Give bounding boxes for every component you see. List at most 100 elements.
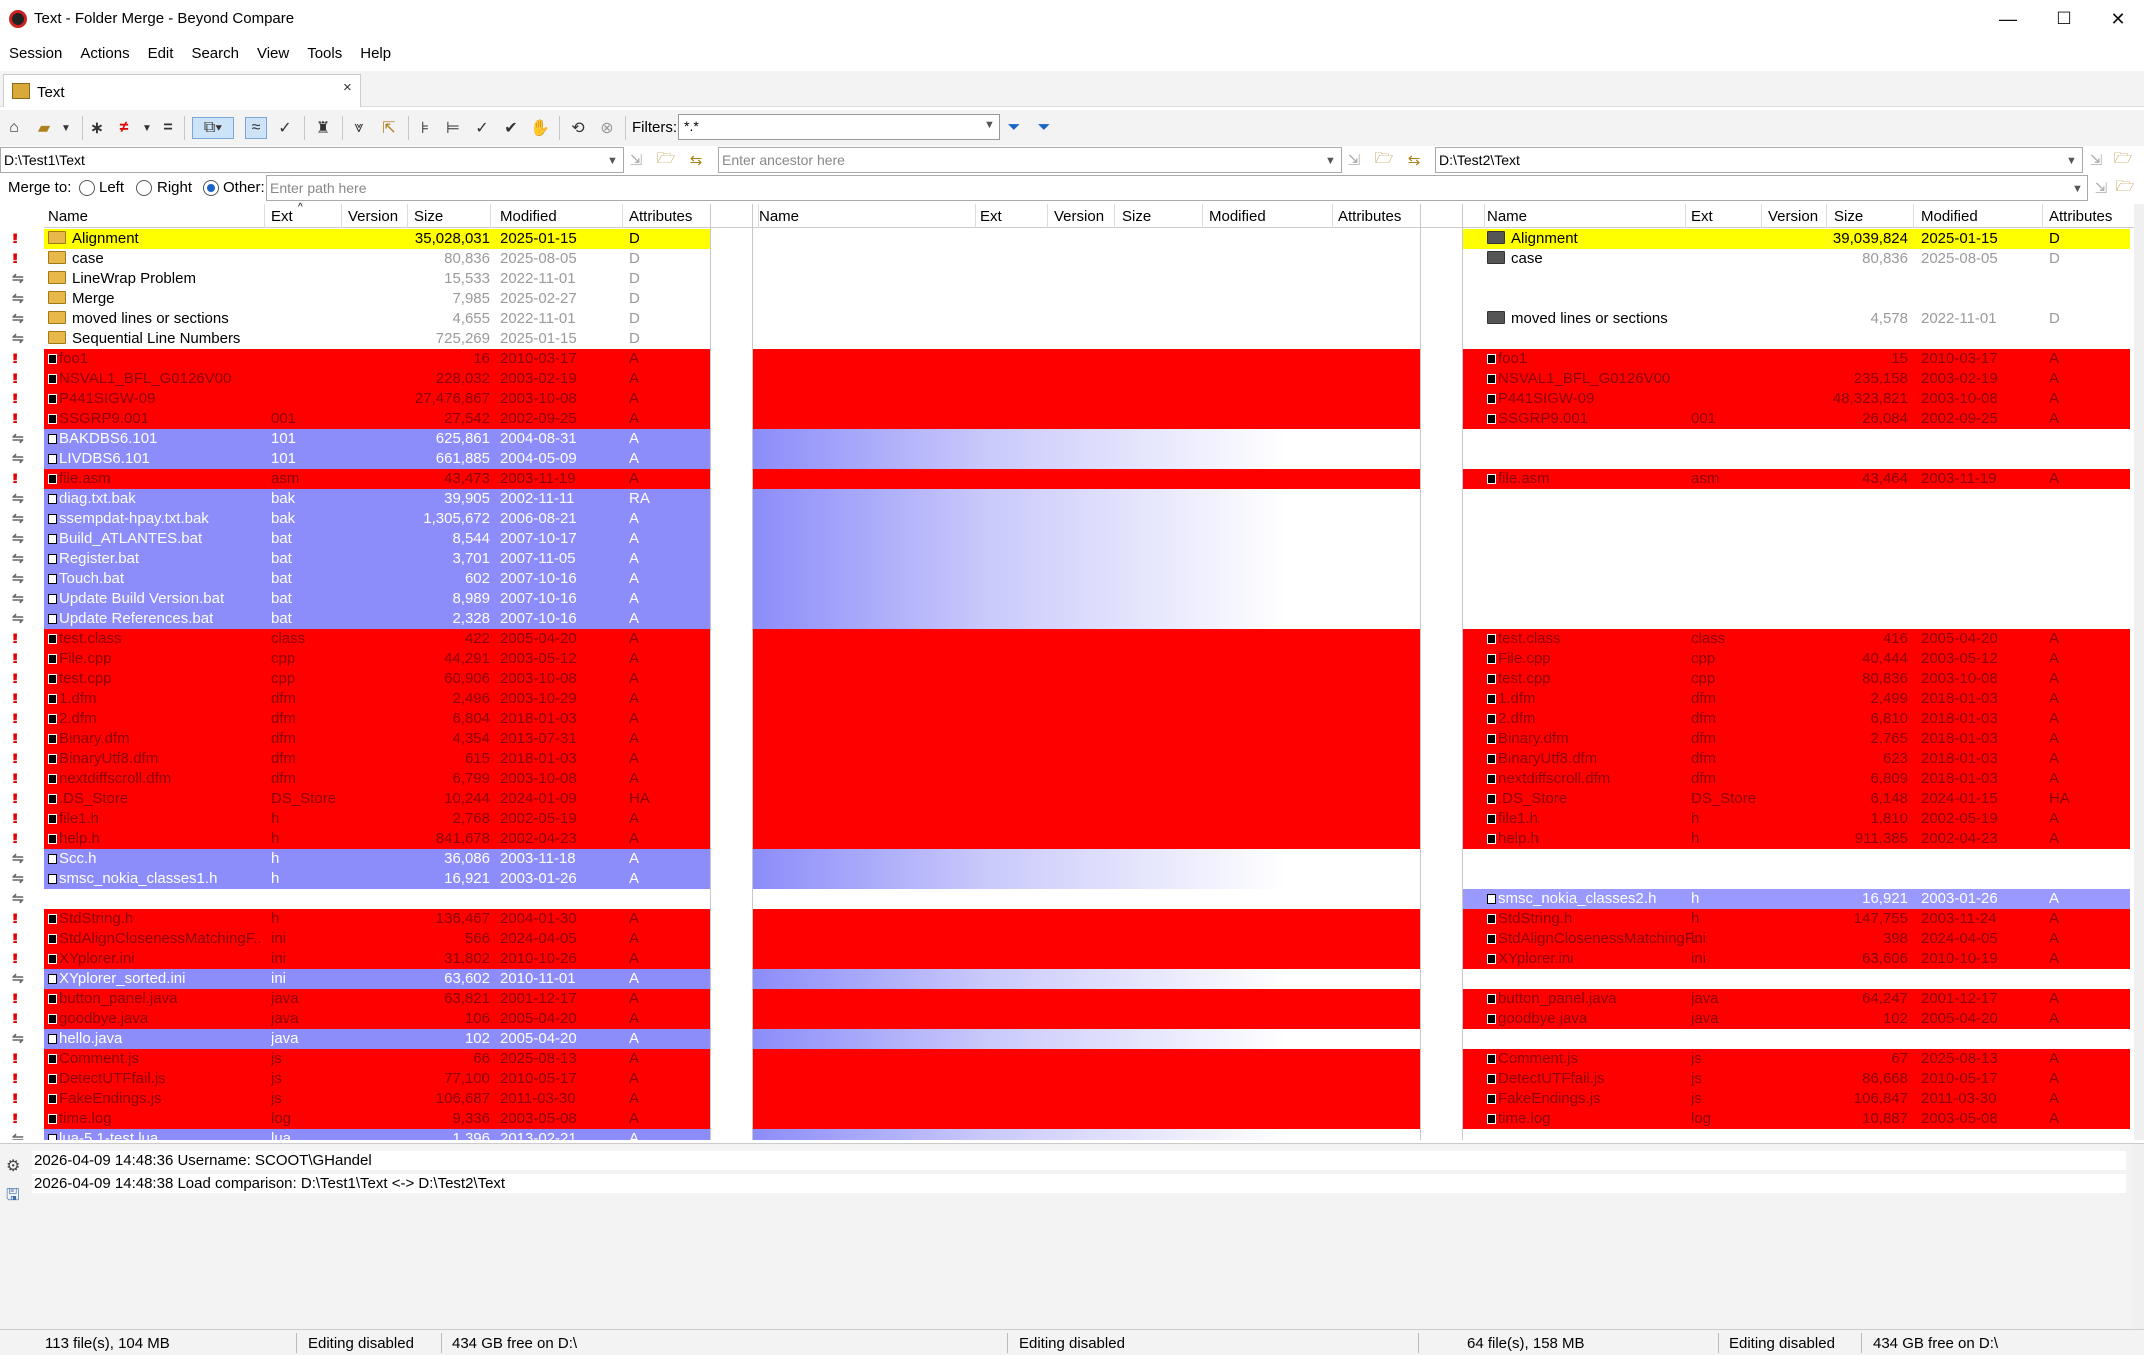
show-structure-icon[interactable]: ⧉▾: [192, 117, 234, 139]
check-icon[interactable]: ✓: [471, 117, 493, 139]
left-column-header[interactable]: Attributes: [629, 204, 692, 228]
differences-dropdown-icon[interactable]: ▼: [136, 117, 158, 139]
table-row[interactable]: !! Comment.js js 66 2025-08-13 A Comment.js js 6…: [0, 1049, 2134, 1069]
align-icon[interactable]: ✓: [274, 117, 296, 139]
ancestor-path-dropdown-icon[interactable]: ▼: [1325, 155, 1336, 167]
ancestor-browse-folder-icon[interactable]: 🗁: [1373, 150, 1395, 170]
merge-browse-folder-icon[interactable]: 🗁: [2114, 178, 2136, 198]
expand-folders-icon[interactable]: ⇱: [378, 117, 400, 139]
table-row[interactable]: ⇋ Scc.h h 36,086 2003-11-18 A: [0, 849, 2134, 869]
center-column-header[interactable]: Attributes: [1338, 204, 1401, 228]
show-same-icon[interactable]: =: [157, 117, 179, 139]
center-column-header[interactable]: Size: [1122, 204, 1151, 228]
log-scrollbar[interactable]: [2132, 1144, 2144, 1330]
menu-help[interactable]: Help: [351, 41, 400, 65]
left-column-header[interactable]: Size: [414, 204, 443, 228]
table-row[interactable]: ⇋ Update Build Version.bat bat 8,989 2007-10…: [0, 589, 2134, 609]
table-row[interactable]: ⇋ LIVDBS6.101 101 661,885 2004-05-09 A: [0, 449, 2134, 469]
right-column-header[interactable]: Version: [1768, 204, 1818, 228]
left-path-dropdown-icon[interactable]: ▼: [607, 155, 618, 167]
table-row[interactable]: !! nextdiffscroll.dfm dfm 6,799 2003-10-08 An…: [0, 769, 2134, 789]
filter-files-icon[interactable]: ⩔: [348, 117, 370, 139]
table-row[interactable]: !! DetectUTFfail.js js 77,100 2010-05-17 A Det…: [0, 1069, 2134, 1089]
table-row[interactable]: ⇋ hello.java java 102 2005-04-20 A: [0, 1029, 2134, 1049]
table-row[interactable]: ⇋ lua-5.1-test.lua lua 1,396 2013-02-21 A: [0, 1129, 2134, 1140]
merge-other-radio[interactable]: [203, 180, 219, 196]
left-column-header[interactable]: Version: [348, 204, 398, 228]
sessions-dropdown-icon[interactable]: ▼: [55, 117, 77, 139]
merge-path-dropdown-icon[interactable]: ▼: [2072, 183, 2083, 195]
filters-input[interactable]: *.*: [678, 114, 1000, 140]
right-column-header[interactable]: Modified: [1921, 204, 1978, 228]
filter-settings-icon[interactable]: ⏷: [1033, 117, 1055, 139]
merge-path-back-icon[interactable]: ⇲: [2090, 178, 2112, 198]
table-row[interactable]: !! case 80,836 2025-08-05 Dcase 80,836 2025-08…: [0, 249, 2134, 269]
save-log-icon[interactable]: 🖫: [6, 1184, 20, 1211]
table-row[interactable]: ⇋ moved lines or sections 4,655 2022-11-01 D…: [0, 309, 2134, 329]
table-row[interactable]: !! file.asm asm 43,473 2003-11-19 Afile.asm as…: [0, 469, 2134, 489]
table-row[interactable]: !! test.class class 422 2005-04-20 Atest.clas…: [0, 629, 2134, 649]
table-row[interactable]: !! 2.dfm dfm 6,804 2018-01-03 A 2.dfm dfm 6,810 2…: [0, 709, 2134, 729]
table-row[interactable]: !! XYplorer.ini ini 31,802 2010-10-26 A XYplor…: [0, 949, 2134, 969]
table-row[interactable]: ⇋ XYplorer_sorted.ini ini 63,602 2010-11-01 A: [0, 969, 2134, 989]
ancestor-swap-icon[interactable]: ⇆: [1403, 150, 1425, 170]
gear-icon[interactable]: ⚙: [6, 1156, 20, 1176]
table-row[interactable]: ⇋ Sequential Line Numbers 725,269 2025-01-1…: [0, 329, 2134, 349]
maximize-button[interactable]: ☐: [2035, 0, 2093, 38]
right-column-header[interactable]: Attributes: [2049, 204, 2112, 228]
table-row[interactable]: !! NSVAL1_BFL_G0126V00 228,032 2003-02-19 A N…: [0, 369, 2134, 389]
rules-icon[interactable]: ♜: [312, 117, 334, 139]
table-row[interactable]: !! .DS_Store DS_Store 10,244 2024-01-09 HA .DS…: [0, 789, 2134, 809]
filter-icon[interactable]: ⏷: [1003, 117, 1025, 139]
right-path-dropdown-icon[interactable]: ▼: [2066, 155, 2077, 167]
merge-path-input[interactable]: Enter path here: [266, 175, 2088, 201]
menu-session[interactable]: Session: [0, 41, 71, 65]
table-row[interactable]: !! time.log log 9,336 2003-05-08 Atime.log log…: [0, 1109, 2134, 1129]
left-path-input[interactable]: D:\Test1\Text: [0, 147, 624, 173]
table-row[interactable]: !! StdAlignClosenessMatchingF... ini 566 202…: [0, 929, 2134, 949]
show-all-icon[interactable]: ∗: [86, 117, 108, 139]
table-row[interactable]: !! StdString.h h 136,467 2004-01-30 A StdStrin…: [0, 909, 2134, 929]
table-row[interactable]: !! file1.h h 2,768 2002-05-19 Afile1.h h 1,810 2…: [0, 809, 2134, 829]
menu-actions[interactable]: Actions: [71, 41, 138, 65]
table-row[interactable]: !! Binary.dfm dfm 4,354 2013-07-31 A Binary.df…: [0, 729, 2134, 749]
table-row[interactable]: !! SSGRP9.001 001 27,542 2002-09-25 A SSGRP9.0…: [0, 409, 2134, 429]
table-row[interactable]: ⇋ Update References.bat bat 2,328 2007-10-16…: [0, 609, 2134, 629]
table-row[interactable]: ⇋ Build_ATLANTES.bat bat 8,544 2007-10-17 A: [0, 529, 2134, 549]
menu-search[interactable]: Search: [182, 41, 248, 65]
table-row[interactable]: !! help.h h 841,678 2002-04-23 Ahelp.h h 911,38…: [0, 829, 2134, 849]
center-column-header[interactable]: Name: [759, 204, 799, 228]
center-column-header[interactable]: Version: [1054, 204, 1104, 228]
grid-scrollbar[interactable]: [2134, 204, 2144, 1140]
center-column-header[interactable]: Modified: [1209, 204, 1266, 228]
home-icon[interactable]: ⌂: [3, 117, 25, 139]
table-row[interactable]: !! goodbye.java java 106 2005-04-20 Agoodbye.…: [0, 1009, 2134, 1029]
right-column-header[interactable]: Ext: [1691, 204, 1713, 228]
ancestor-path-back-icon[interactable]: ⇲: [1343, 150, 1365, 170]
touch-icon[interactable]: ✋: [529, 117, 551, 139]
table-row[interactable]: ⇋ Touch.bat bat 602 2007-10-16 A: [0, 569, 2134, 589]
close-window-button[interactable]: ✕: [2089, 0, 2144, 38]
tab-text[interactable]: Text ×: [3, 74, 361, 107]
left-browse-folder-icon[interactable]: 🗁: [655, 150, 677, 170]
show-differences-icon[interactable]: ≠: [113, 117, 135, 139]
right-path-input[interactable]: D:\Test2\Text: [1435, 147, 2083, 173]
merge-left-radio[interactable]: [79, 180, 95, 196]
table-row[interactable]: ⇋ smsc_nokia_classes2.h h 16,921 2003-01-26 A: [0, 889, 2134, 909]
left-column-header[interactable]: Modified: [500, 204, 557, 228]
refresh-icon[interactable]: ⟲: [567, 117, 589, 139]
stop-icon[interactable]: ⊗: [596, 117, 618, 139]
menu-view[interactable]: View: [248, 41, 298, 65]
table-row[interactable]: ⇋ Merge 7,985 2025-02-27 D: [0, 289, 2134, 309]
ancestor-path-input[interactable]: Enter ancestor here: [718, 147, 1342, 173]
table-row[interactable]: ⇋ ssempdat-hpay.txt.bak bak 1,305,672 2006-0…: [0, 509, 2134, 529]
table-row[interactable]: ⇋ diag.txt.bak bak 39,905 2002-11-11 RA: [0, 489, 2134, 509]
minimize-button[interactable]: —: [1979, 0, 2037, 38]
table-row[interactable]: ⇋ Register.bat bat 3,701 2007-11-05 A: [0, 549, 2134, 569]
flatten-icon[interactable]: ⊨: [442, 117, 464, 139]
table-row[interactable]: !! button_panel.java java 63,821 2001-12-17 A…: [0, 989, 2134, 1009]
table-row[interactable]: !! Alignment 35,028,031 2025-01-15 D Alignmen…: [0, 229, 2134, 249]
tab-close-icon[interactable]: ×: [343, 79, 352, 96]
center-column-header[interactable]: Ext: [980, 204, 1002, 228]
left-column-header[interactable]: Ext: [271, 204, 293, 228]
